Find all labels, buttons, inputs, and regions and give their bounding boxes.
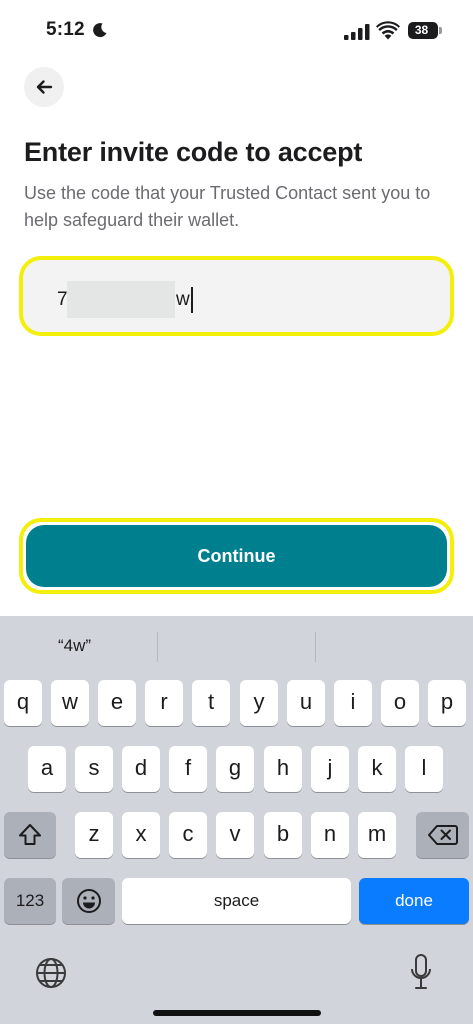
arrow-left-icon — [36, 80, 53, 94]
key-l[interactable]: l — [405, 746, 443, 792]
key-q[interactable]: q — [4, 680, 42, 726]
key-w[interactable]: w — [51, 680, 89, 726]
key-u[interactable]: u — [287, 680, 325, 726]
code-visible-suffix: w — [176, 289, 190, 310]
invite-code-input[interactable]: 7 w — [19, 256, 454, 336]
key-a[interactable]: a — [28, 746, 66, 792]
key-y[interactable]: y — [240, 680, 278, 726]
backspace-key[interactable] — [416, 812, 469, 858]
continue-button[interactable]: Continue — [26, 525, 447, 587]
continue-button-highlight: Continue — [19, 518, 454, 594]
status-time: 5:12 — [46, 19, 85, 40]
code-visible-prefix: 7 — [57, 289, 68, 310]
keyboard: “4w” q w e r t y u i o p a s d f g h j k… — [0, 616, 473, 1024]
key-b[interactable]: b — [264, 812, 302, 858]
key-e[interactable]: e — [98, 680, 136, 726]
space-key[interactable]: space — [122, 878, 351, 924]
back-button[interactable] — [24, 67, 64, 107]
page-subtitle: Use the code that your Trusted Contact s… — [24, 183, 431, 230]
key-j[interactable]: j — [311, 746, 349, 792]
key-o[interactable]: o — [381, 680, 419, 726]
key-i[interactable]: i — [334, 680, 372, 726]
status-bar: 5:12 38 — [0, 0, 473, 60]
suggestion-divider — [157, 632, 158, 662]
battery-level: 38 — [414, 23, 429, 37]
page-title: Enter invite code to accept — [24, 137, 363, 167]
suggestion-bar: “4w” — [0, 616, 473, 676]
text-cursor — [191, 287, 193, 313]
key-p[interactable]: p — [428, 680, 466, 726]
globe-icon[interactable] — [34, 956, 68, 990]
key-c[interactable]: c — [169, 812, 207, 858]
key-f[interactable]: f — [169, 746, 207, 792]
key-z[interactable]: z — [75, 812, 113, 858]
emoji-key[interactable] — [62, 878, 115, 924]
key-s[interactable]: s — [75, 746, 113, 792]
key-t[interactable]: t — [192, 680, 230, 726]
microphone-icon[interactable] — [410, 954, 432, 992]
backspace-icon — [427, 825, 458, 845]
shift-key[interactable] — [4, 812, 56, 858]
key-v[interactable]: v — [216, 812, 254, 858]
home-indicator — [153, 1010, 321, 1016]
key-m[interactable]: m — [358, 812, 396, 858]
suggestion-divider — [315, 632, 316, 662]
key-n[interactable]: n — [311, 812, 349, 858]
key-g[interactable]: g — [216, 746, 254, 792]
key-r[interactable]: r — [145, 680, 183, 726]
numbers-key[interactable]: 123 — [4, 878, 56, 924]
key-k[interactable]: k — [358, 746, 396, 792]
done-key[interactable]: done — [359, 878, 469, 924]
key-x[interactable]: x — [122, 812, 160, 858]
wifi-icon — [376, 21, 400, 40]
key-d[interactable]: d — [122, 746, 160, 792]
emoji-icon — [76, 889, 101, 913]
battery-icon: 38 — [408, 22, 438, 39]
battery-nub — [439, 27, 442, 34]
shift-icon — [19, 824, 41, 845]
code-redaction — [67, 281, 175, 318]
moon-icon — [93, 23, 107, 38]
suggestion-1[interactable]: “4w” — [58, 636, 91, 656]
key-h[interactable]: h — [264, 746, 302, 792]
signal-icon — [344, 24, 370, 40]
